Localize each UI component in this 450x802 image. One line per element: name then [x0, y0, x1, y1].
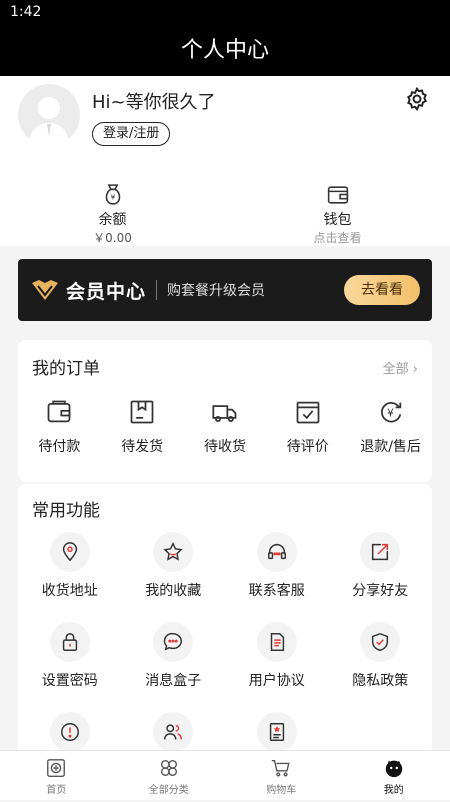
truck-icon [211, 398, 239, 426]
document-icon [257, 622, 297, 662]
share-icon [360, 532, 400, 572]
order-pending-receipt[interactable]: 待收货 [184, 398, 267, 456]
function-favorites[interactable]: 我的收藏 [122, 532, 226, 622]
order-item-label: 待收货 [204, 436, 246, 456]
tab-profile[interactable]: 我的 [338, 751, 450, 800]
headset-icon [257, 532, 297, 572]
order-pending-shipment[interactable]: 待发货 [101, 398, 184, 456]
purse-label: 钱包 [324, 209, 352, 229]
svg-text:¥: ¥ [110, 193, 115, 202]
function-label: 分享好友 [352, 580, 408, 600]
tab-home[interactable]: 首页 [0, 751, 113, 800]
vip-divider [156, 280, 157, 300]
bottom-tab-bar: 首页 全部分类 购物车 我的 [0, 750, 450, 800]
order-pending-payment[interactable]: 待付款 [18, 398, 101, 456]
profile-section: Hi~等你很久了 登录/注册 [0, 76, 450, 166]
function-label: 我的收藏 [145, 580, 201, 600]
tab-label: 全部分类 [149, 781, 189, 796]
purse-subtitle: 点击查看 [313, 229, 361, 246]
orders-card: 我的订单 全部 › 待付款 待发货 待收货 待评价 [18, 340, 432, 482]
wallet-icon [45, 398, 73, 426]
vip-title: 会员中心 [66, 277, 146, 304]
star-icon [153, 532, 193, 572]
gear-icon[interactable] [404, 86, 430, 112]
warning-icon [50, 712, 90, 752]
order-item-label: 待付款 [38, 436, 80, 456]
login-register-button[interactable]: 登录/注册 [92, 122, 170, 146]
money-bag-icon: ¥ [100, 182, 126, 207]
function-user-agreement[interactable]: 用户协议 [225, 622, 329, 712]
function-message-box[interactable]: 消息盒子 [122, 622, 226, 712]
function-label: 隐私政策 [352, 670, 408, 690]
category-icon [158, 757, 180, 779]
status-time: 1:42 [10, 4, 41, 20]
shield-check-icon [360, 622, 400, 662]
refund-icon: ¥ [377, 398, 405, 426]
greeting-text: Hi~等你很久了 [92, 88, 216, 114]
wallet-icon [325, 182, 351, 207]
function-address[interactable]: 收货地址 [18, 532, 122, 622]
cart-icon [270, 757, 292, 779]
balance-label: 余额 [99, 209, 127, 229]
orders-all-label: 全部 [383, 362, 409, 377]
orders-title: 我的订单 [32, 354, 100, 379]
function-privacy-policy[interactable]: 隐私政策 [329, 622, 433, 712]
message-icon [153, 622, 193, 662]
function-label: 用户协议 [249, 670, 305, 690]
wallet-row: ¥ 余额 ￥0.00 钱包 点击查看 [0, 166, 450, 246]
function-set-password[interactable]: 设置密码 [18, 622, 122, 712]
vip-view-button[interactable]: 去看看 [344, 275, 420, 305]
orders-all-link[interactable]: 全部 › [383, 358, 418, 377]
lock-icon [50, 622, 90, 662]
balance-value: ￥0.00 [93, 229, 132, 246]
balance-entry[interactable]: ¥ 余额 ￥0.00 [0, 166, 225, 246]
box-icon [128, 398, 156, 426]
order-item-label: 待发货 [121, 436, 163, 456]
function-share[interactable]: 分享好友 [329, 532, 433, 622]
vip-crown-icon [30, 278, 60, 302]
function-label: 收货地址 [42, 580, 98, 600]
purse-entry[interactable]: 钱包 点击查看 [225, 166, 450, 246]
certificate-icon [257, 712, 297, 752]
order-pending-review[interactable]: 待评价 [266, 398, 349, 456]
function-label: 设置密码 [42, 670, 98, 690]
order-item-label: 退款/售后 [360, 436, 421, 456]
functions-card: 常用功能 收货地址 我的收藏 [18, 484, 432, 754]
order-refund[interactable]: ¥ 退款/售后 [349, 398, 432, 456]
users-icon [153, 712, 193, 752]
tab-cart[interactable]: 购物车 [225, 751, 338, 800]
order-item-label: 待评价 [287, 436, 329, 456]
status-bar: 1:42 [0, 0, 450, 26]
functions-title: 常用功能 [32, 496, 100, 521]
function-label: 消息盒子 [145, 670, 201, 690]
tab-label: 我的 [384, 781, 404, 796]
tab-categories[interactable]: 全部分类 [113, 751, 226, 800]
page-title: 个人中心 [0, 26, 450, 76]
location-icon [50, 532, 90, 572]
function-customer-service[interactable]: 联系客服 [225, 532, 329, 622]
home-icon [45, 757, 67, 779]
tab-label: 购物车 [266, 781, 296, 796]
vip-description: 购套餐升级会员 [167, 280, 265, 300]
svg-text:¥: ¥ [387, 408, 394, 420]
profile-icon [383, 757, 405, 779]
tab-label: 首页 [46, 781, 66, 796]
vip-banner[interactable]: 会员中心 购套餐升级会员 去看看 [18, 259, 432, 321]
review-icon [294, 398, 322, 426]
chevron-right-icon: › [413, 362, 418, 377]
avatar[interactable] [18, 84, 80, 146]
avatar-icon [18, 84, 80, 146]
function-label: 联系客服 [249, 580, 305, 600]
